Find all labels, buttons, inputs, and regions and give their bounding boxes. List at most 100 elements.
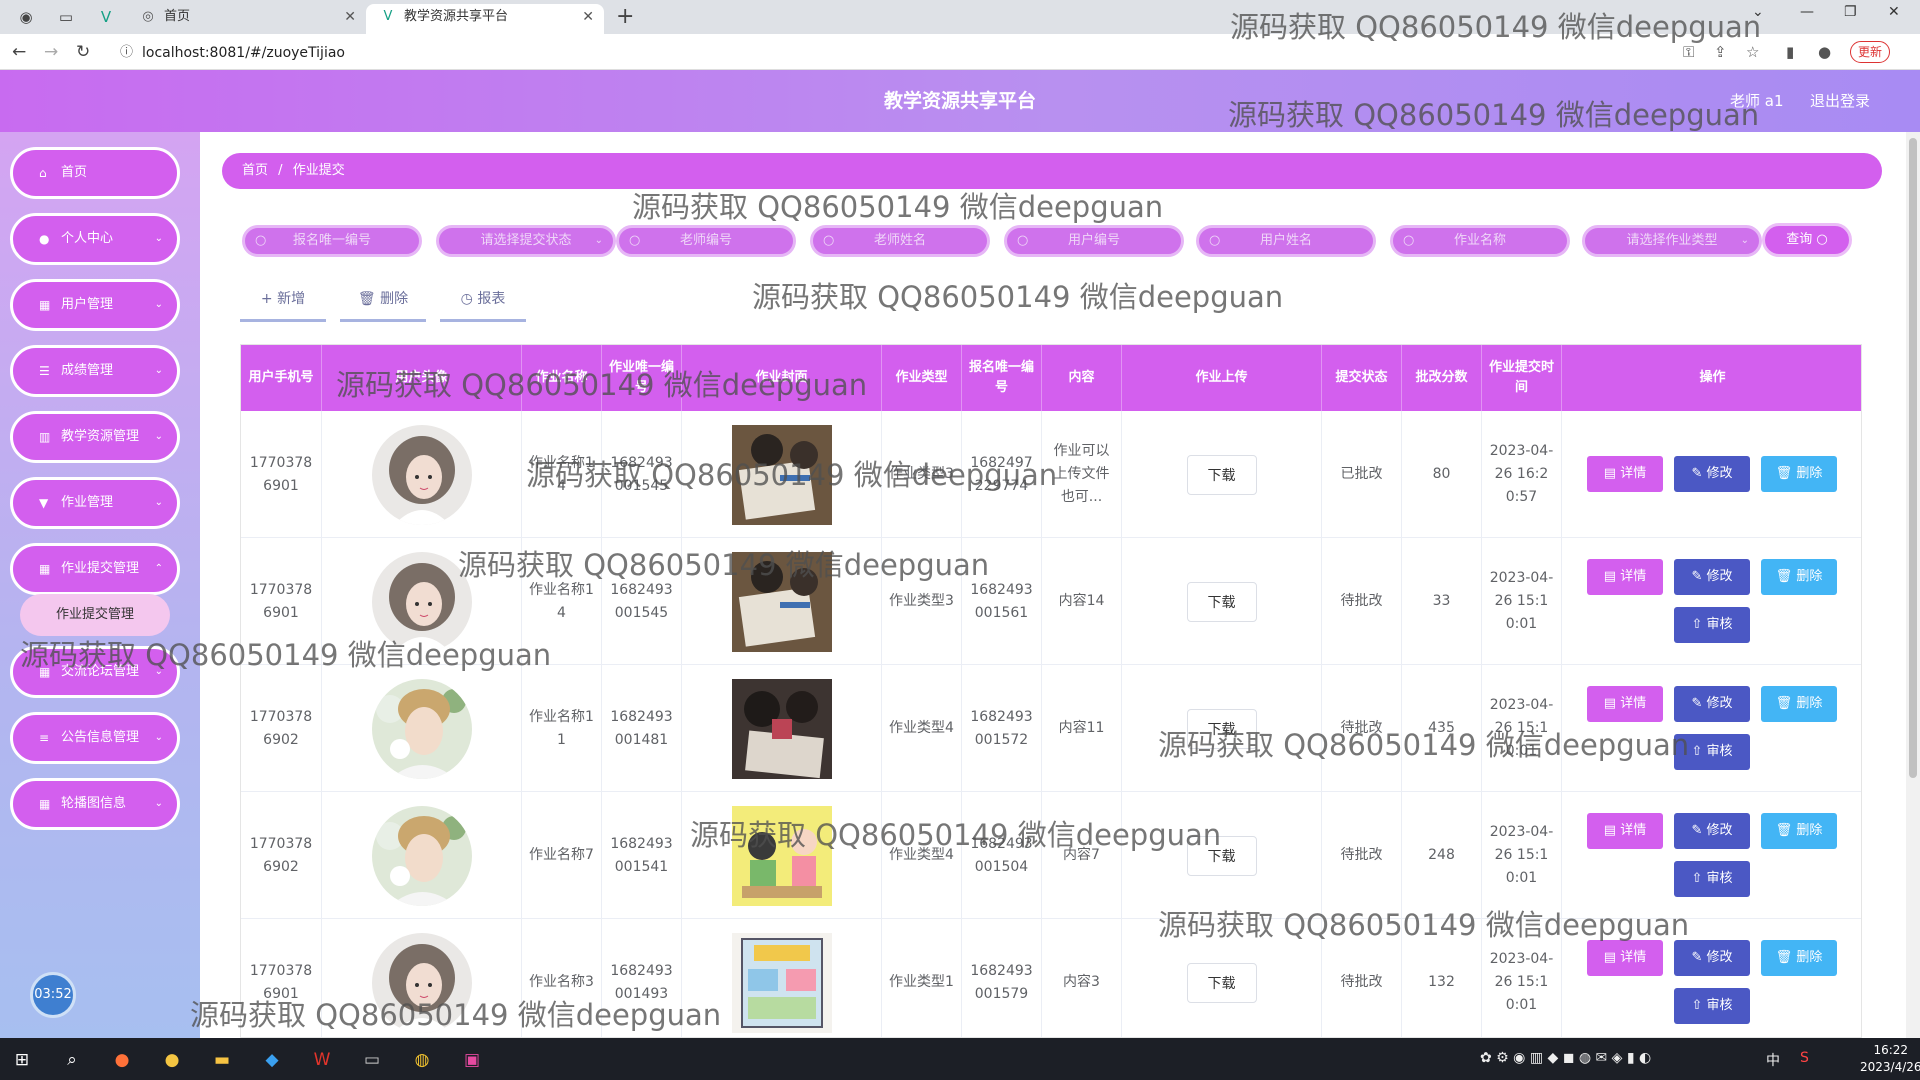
filter-homework-type[interactable]: 请选择作业类型 ⌄ [1582,225,1762,257]
wps-icon[interactable]: W [308,1046,336,1074]
edit-icon: ✎ [1691,950,1703,965]
app-icon[interactable]: ● [158,1046,186,1074]
audit-button[interactable]: ⇧ 审核 [1674,607,1750,643]
minimize-icon[interactable]: — [1800,4,1814,20]
query-button[interactable]: 查询 ○ [1762,223,1852,257]
detail-button[interactable]: ▤ 详情 [1587,456,1663,492]
filter-user-no[interactable]: ○ 用户编号 [1004,225,1184,257]
edit-button[interactable]: ✎ 修改 [1674,456,1750,492]
th-type: 作业类型 [882,345,962,411]
forward-icon[interactable]: → [44,42,58,62]
profile-icon[interactable]: ● [1818,43,1831,61]
list-icon: ≡ [39,731,50,745]
taskbar-clock[interactable]: 16:22 2023/4/26 [1860,1042,1920,1076]
audit-button[interactable]: ⇧ 审核 [1674,861,1750,897]
sidepanel-icon[interactable]: ▮ [1786,43,1794,61]
row-delete-button[interactable]: 🗑 删除 [1761,559,1837,595]
sidebar-item-profile[interactable]: ● 个人中心 ⌄ [10,213,180,265]
trash-icon: 🗑 [1775,950,1793,965]
breadcrumb-home[interactable]: 首页 [242,163,268,178]
logout-link[interactable]: 退出登录 [1810,70,1870,132]
clock-widget[interactable]: 03:52 [30,972,76,1018]
sidebar-item-carousel[interactable]: ▦ 轮播图信息 ⌄ [10,778,180,830]
vue-icon[interactable]: V [96,7,116,27]
cell-score: 80 [1402,411,1482,538]
edit-button[interactable]: ✎ 修改 [1674,559,1750,595]
close-icon[interactable]: ✕ [344,4,356,30]
close-icon[interactable]: ✕ [582,4,594,30]
detail-button[interactable]: ▤ 详情 [1587,686,1663,722]
cell-phone: 17703786901 [241,411,322,538]
terminal-icon[interactable]: ▭ [358,1046,386,1074]
audit-button[interactable]: ⇧ 审核 [1674,988,1750,1024]
window-close-icon[interactable]: ✕ [1888,4,1900,20]
search-icon: ○ [823,233,835,248]
vscode-icon[interactable]: ◆ [258,1046,286,1074]
ime-indicator[interactable]: 中 [1766,1050,1780,1070]
download-button[interactable]: 下载 [1186,454,1257,495]
edit-button[interactable]: ✎ 修改 [1674,940,1750,976]
add-button[interactable]: + 新增 [240,284,326,322]
reload-icon[interactable]: ↻ [76,42,90,62]
search-icon[interactable]: ⌕ [58,1046,86,1074]
chrome-icon[interactable]: ◍ [408,1046,436,1074]
sidebar-item-scores[interactable]: ☰ 成绩管理 ⌄ [10,345,180,397]
download-button[interactable]: 下载 [1186,581,1257,622]
watermark: 源码获取 QQ86050149 微信deepguan [1230,10,1762,44]
delete-button[interactable]: 🗑 删除 [340,284,426,322]
edit-icon: ✎ [1691,569,1703,584]
report-button[interactable]: ◷ 报表 [440,284,526,322]
windows-start-icon[interactable]: ⊞ [8,1046,36,1074]
ide-icon[interactable]: ▣ [458,1046,486,1074]
folder-icon[interactable]: ▬ [208,1046,236,1074]
tray-icons[interactable]: ✿ ⚙ ◉ ▥ ◆ ◼ ◍ ✉ ◈ ▮ ◐ [1480,1050,1651,1066]
grid-icon: ▦ [39,797,51,811]
breadcrumb-separator: / [278,163,283,178]
detail-button[interactable]: ▤ 详情 [1587,940,1663,976]
sidebar-item-users[interactable]: ▦ 用户管理 ⌄ [10,279,180,331]
filter-homework-name[interactable]: ○ 作业名称 [1390,225,1570,257]
sidebar-item-homework[interactable]: ▼ 作业管理 ⌄ [10,477,180,529]
detail-button[interactable]: ▤ 详情 [1587,813,1663,849]
filter-baoming-no[interactable]: ○ 报名唯一编号 [242,225,422,257]
filter-teacher-no[interactable]: ○ 老师编号 [616,225,796,257]
edit-button[interactable]: ✎ 修改 [1674,686,1750,722]
filter-submit-status[interactable]: 请选择提交状态 ⌄ [436,225,616,257]
sidebar-item-notices[interactable]: ≡ 公告信息管理 ⌄ [10,712,180,764]
sidebar-item-submissions[interactable]: ▦ 作业提交管理 ⌃ [10,543,180,595]
download-button[interactable]: 下载 [1186,962,1257,1003]
maximize-icon[interactable]: ❐ [1844,4,1857,20]
search-icon: ○ [1403,233,1415,248]
watermark: 源码获取 QQ86050149 微信deepguan [1158,728,1690,762]
back-icon[interactable]: ← [12,42,26,62]
tab-platform[interactable]: V 教学资源共享平台 ✕ [366,4,604,34]
filter-teacher-name[interactable]: ○ 老师姓名 [810,225,990,257]
submenu-submissions[interactable]: 作业提交管理 [20,594,170,636]
scrollbar-thumb[interactable] [1909,138,1917,778]
update-button[interactable]: 更新 [1850,41,1890,63]
blank-tab-icon[interactable]: ▭ [56,7,76,27]
cover-image[interactable] [731,678,832,779]
cover-image[interactable] [731,932,832,1033]
row-delete-button[interactable]: 🗑 删除 [1761,686,1837,722]
edit-button[interactable]: ✎ 修改 [1674,813,1750,849]
chevron-down-icon: ⌄ [154,732,163,743]
new-tab-icon[interactable]: + [616,4,634,29]
cell-cover [682,665,882,792]
tab-home[interactable]: ◎ 首页 ✕ [126,4,366,34]
github-icon[interactable]: ◉ [16,7,36,27]
sidebar-item-resources[interactable]: ▥ 教学资源管理 ⌄ [10,411,180,463]
filter-user-name[interactable]: ○ 用户姓名 [1196,225,1376,257]
page-scrollbar[interactable] [1906,132,1920,1038]
sliders-icon: ☰ [39,364,50,378]
row-delete-button[interactable]: 🗑 删除 [1761,813,1837,849]
detail-button[interactable]: ▤ 详情 [1587,559,1663,595]
grid-icon: ▦ [39,298,51,312]
firefox-icon[interactable]: ● [108,1046,136,1074]
row-delete-button[interactable]: 🗑 删除 [1761,456,1837,492]
row-delete-button[interactable]: 🗑 删除 [1761,940,1837,976]
sidebar-item-home[interactable]: ⌂ 首页 [10,147,180,199]
sogou-icon[interactable]: S [1800,1050,1809,1066]
cell-phone: 17703786902 [241,665,322,792]
info-icon[interactable]: ⓘ [120,40,133,66]
